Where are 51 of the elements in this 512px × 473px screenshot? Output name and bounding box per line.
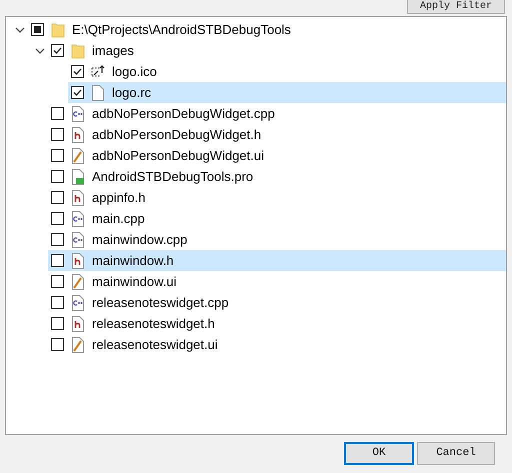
checkbox[interactable] — [51, 275, 64, 288]
checkbox[interactable] — [51, 296, 64, 309]
header-file-icon — [71, 190, 85, 206]
header-file-icon — [71, 316, 85, 332]
tree-item[interactable]: main.cpp — [48, 208, 506, 229]
tree-item[interactable]: adbNoPersonDebugWidget.ui — [48, 145, 506, 166]
checkbox[interactable] — [51, 338, 64, 351]
checkbox[interactable] — [51, 191, 64, 204]
checkbox[interactable] — [71, 86, 84, 99]
checkbox[interactable] — [71, 65, 84, 78]
project-file-icon — [71, 168, 85, 184]
folder-icon — [51, 22, 65, 38]
cpp-file-icon — [71, 210, 85, 226]
header-file-icon — [71, 126, 85, 142]
folder-icon — [71, 42, 85, 58]
apply-filter-button[interactable]: Apply Filter — [406, 0, 505, 14]
checkbox[interactable] — [51, 212, 64, 225]
tree-item[interactable]: mainwindow.ui — [48, 271, 506, 292]
pencil-file-icon — [71, 148, 85, 164]
cpp-file-icon — [71, 294, 85, 310]
checkbox[interactable] — [51, 170, 64, 183]
checkbox[interactable] — [51, 128, 64, 141]
cpp-file-icon — [71, 232, 85, 248]
tree-item[interactable]: images — [48, 40, 506, 61]
tree-item[interactable]: releasenoteswidget.h — [48, 313, 506, 334]
tree-item[interactable]: logo.ico — [68, 61, 506, 82]
checkbox[interactable] — [51, 149, 64, 162]
image-file-icon — [91, 64, 105, 80]
checkbox[interactable] — [51, 107, 64, 120]
dialog-button[interactable]: OK — [344, 442, 414, 465]
cpp-file-icon — [71, 106, 85, 122]
pencil-file-icon — [71, 274, 85, 290]
tree-item[interactable]: mainwindow.h — [48, 250, 506, 271]
tree-item[interactable]: adbNoPersonDebugWidget.h — [48, 124, 506, 145]
checkbox[interactable] — [51, 233, 64, 246]
pencil-file-icon — [71, 336, 85, 352]
tree-item[interactable]: mainwindow.cpp — [48, 229, 506, 250]
file-icon — [91, 84, 105, 100]
dialog-button[interactable]: Cancel — [417, 442, 495, 465]
tree-item[interactable]: releasenoteswidget.cpp — [48, 292, 506, 313]
header-file-icon — [71, 252, 85, 268]
tree-item[interactable]: releasenoteswidget.ui — [48, 334, 506, 355]
tree-item[interactable]: adbNoPersonDebugWidget.cpp — [48, 103, 506, 124]
tree-item[interactable]: AndroidSTBDebugTools.pro — [48, 166, 506, 187]
checkbox[interactable] — [51, 317, 64, 330]
checkbox[interactable] — [51, 44, 64, 57]
tree-item[interactable]: appinfo.h — [48, 187, 506, 208]
tree-item[interactable]: E:\QtProjects\AndroidSTBDebugTools — [28, 19, 506, 40]
tree-item[interactable]: logo.rc — [68, 82, 506, 103]
checkbox[interactable] — [51, 254, 64, 267]
checkbox[interactable] — [31, 23, 44, 36]
